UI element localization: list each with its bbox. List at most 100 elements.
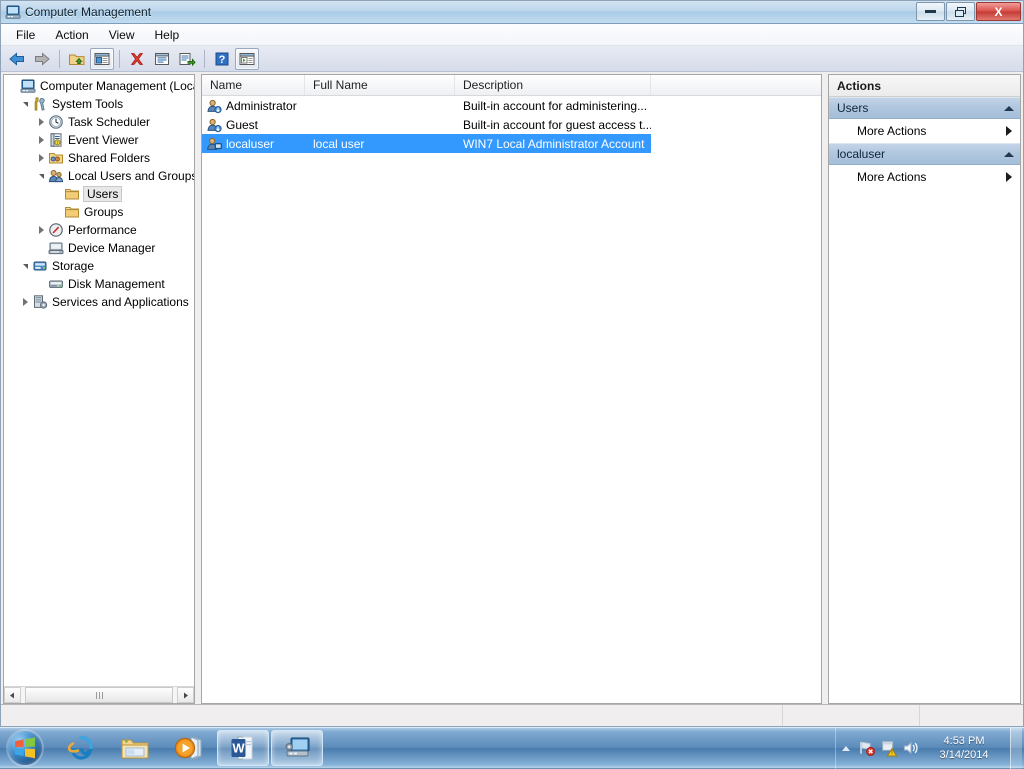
restore-icon [955,7,966,17]
show-hide-tree-button[interactable] [90,48,114,70]
caption-buttons: X [916,2,1021,21]
taskbar: W [0,727,1024,768]
properties-button[interactable] [150,48,174,70]
tree-item-task-scheduler[interactable]: Task Scheduler [4,113,194,131]
performance-icon [48,222,64,238]
scroll-left-button[interactable] [4,687,21,703]
tree-item-local-users-and-groups[interactable]: Local Users and Groups [4,167,194,185]
status-bar-message [1,705,783,726]
table-row[interactable]: Administrator Built-in account for admin… [202,96,821,115]
menu-action[interactable]: Action [46,26,97,44]
twisty-collapsed-icon[interactable] [34,113,48,131]
cell-name: localuser [202,134,305,153]
back-button[interactable] [5,48,29,70]
close-button[interactable]: X [976,2,1021,21]
column-header-full-name[interactable]: Full Name [305,75,455,95]
tree-item-label: Device Manager [68,240,155,256]
tree-horizontal-scrollbar[interactable] [4,686,194,703]
action-label: More Actions [857,124,926,138]
user-account-icon [206,98,222,114]
twisty-collapsed-icon[interactable] [34,149,48,167]
export-list-button[interactable] [175,48,199,70]
chevron-right-icon [1006,172,1012,182]
tree-item-performance[interactable]: Performance [4,221,194,239]
action-more-actions-users[interactable]: More Actions [829,119,1020,143]
window-title: Computer Management [25,5,151,19]
show-hidden-icons-button[interactable] [836,746,856,751]
twisty-collapsed-icon[interactable] [34,131,48,149]
taskbar-windows-explorer[interactable] [109,730,161,766]
twisty-collapsed-icon[interactable] [34,221,48,239]
volume-icon[interactable] [900,736,922,760]
show-action-pane-button[interactable] [235,48,259,70]
menu-view[interactable]: View [100,26,144,44]
table-row[interactable]: Guest Built-in account for guest access … [202,115,821,134]
tree-item-computer-management[interactable]: Computer Management (Local [4,77,194,95]
clock[interactable]: 4:53 PM 3/14/2014 [922,734,1006,762]
tree-item-groups[interactable]: Groups [4,203,194,221]
minimize-button[interactable] [916,2,945,21]
tree-item-label: System Tools [52,96,123,112]
menu-file[interactable]: File [7,26,44,44]
console-tree-pane: Computer Management (Local System Tools [3,74,195,704]
computer-management-window: Computer Management X File Action View H… [0,0,1024,727]
twisty-collapsed-icon[interactable] [18,293,32,311]
toolbar-separator [119,50,120,68]
scrollbar-track[interactable] [21,687,177,703]
show-desktop-button[interactable] [1010,728,1022,769]
action-more-actions-localuser[interactable]: More Actions [829,165,1020,189]
scroll-right-button[interactable] [177,687,194,703]
title-bar[interactable]: Computer Management X [1,1,1023,24]
tree-item-shared-folders[interactable]: Shared Folders [4,149,194,167]
chevron-up-icon [842,746,850,751]
system-tray: ! 4:53 PM 3/14/2014 [835,728,1024,769]
chevron-right-icon [182,692,189,699]
tree-item-event-viewer[interactable]: ! Event Viewer [4,131,194,149]
taskbar-word[interactable]: W [217,730,269,766]
tree-item-disk-management[interactable]: Disk Management [4,275,194,293]
tree-item-storage[interactable]: Storage [4,257,194,275]
tree-list-splitter[interactable] [195,72,199,704]
twisty-none [6,77,20,95]
tree-item-label: Local Users and Groups [68,168,194,184]
menu-help[interactable]: Help [146,26,189,44]
twisty-expanded-icon[interactable] [34,167,48,185]
help-button[interactable]: ? [210,48,234,70]
desktop: Computer Management X File Action View H… [0,0,1024,768]
system-tools-icon [32,96,48,112]
taskbar-media-player[interactable] [163,730,215,766]
list-actions-splitter[interactable] [822,72,826,704]
list-column-headers: Name Full Name Description [202,75,821,96]
forward-button[interactable] [30,48,54,70]
chevron-up-icon[interactable] [1004,152,1014,157]
actions-section-localuser[interactable]: localuser [829,143,1020,165]
cell-description: WIN7 Local Administrator Account [455,134,651,153]
tree-item-label: Disk Management [68,276,165,292]
taskbar-internet-explorer[interactable] [55,730,107,766]
column-header-name[interactable]: Name [202,75,305,95]
actions-section-label: Users [837,101,868,115]
action-label: More Actions [857,170,926,184]
tree-item-system-tools[interactable]: System Tools [4,95,194,113]
table-row[interactable]: localuser local user WIN7 Local Administ… [202,134,651,153]
tree-item-users[interactable]: Users [4,185,194,203]
twisty-expanded-icon[interactable] [18,257,32,275]
up-one-level-button[interactable] [65,48,89,70]
column-header-description[interactable]: Description [455,75,651,95]
action-center-flag-icon[interactable]: ! [878,736,900,760]
taskbar-computer-management[interactable] [271,730,323,766]
twisty-expanded-icon[interactable] [18,95,32,113]
users-list-pane: Name Full Name Description [201,74,822,704]
actions-section-users[interactable]: Users [829,97,1020,119]
delete-button[interactable] [125,48,149,70]
network-icon[interactable] [856,736,878,760]
tree-item-services-and-applications[interactable]: Services and Applications [4,293,194,311]
chevron-up-icon[interactable] [1004,106,1014,111]
restore-button[interactable] [946,2,975,21]
scrollbar-thumb[interactable] [25,687,173,703]
tree-item-device-manager[interactable]: Device Manager [4,239,194,257]
computer-management-icon [282,735,312,761]
tree-item-label: Users [83,186,122,202]
start-button[interactable] [1,729,49,768]
tree-item-label: Storage [52,258,94,274]
